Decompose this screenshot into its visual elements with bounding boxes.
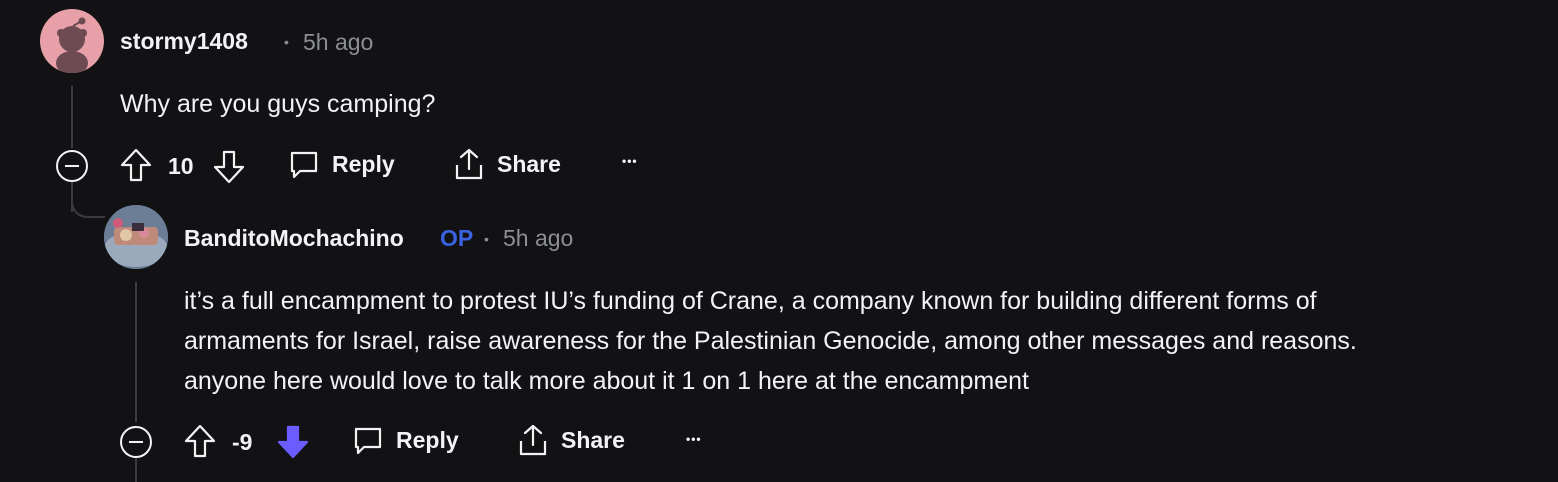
share-button[interactable]: Share bbox=[453, 147, 561, 181]
comment-body: Why are you guys camping? bbox=[120, 90, 436, 118]
more-options-button[interactable]: ••• bbox=[622, 154, 638, 168]
vote-score: -9 bbox=[232, 429, 253, 455]
comment-username[interactable]: BanditoMochachino bbox=[184, 225, 404, 252]
meta-separator: • bbox=[284, 34, 289, 50]
collapse-minus-icon bbox=[120, 426, 152, 458]
avatar[interactable] bbox=[40, 9, 104, 73]
share-label: Share bbox=[561, 426, 625, 453]
vote-score: 10 bbox=[168, 153, 194, 179]
comment-timestamp[interactable]: 5h ago bbox=[503, 225, 573, 252]
share-label: Share bbox=[497, 150, 561, 177]
upvote-button[interactable] bbox=[184, 424, 216, 463]
share-icon bbox=[455, 148, 483, 180]
collapse-thread-button[interactable] bbox=[119, 425, 153, 464]
downvote-button[interactable] bbox=[213, 150, 245, 189]
collapse-minus-icon bbox=[56, 150, 88, 182]
thread-branch-curve bbox=[71, 190, 105, 218]
comment-body-line-2: armaments for Israel, raise awareness fo… bbox=[184, 327, 1357, 355]
meta-separator: • bbox=[484, 231, 489, 247]
upvote-button[interactable] bbox=[120, 148, 152, 187]
share-button[interactable]: Share bbox=[517, 423, 625, 457]
thread-line-comment-2 bbox=[135, 282, 137, 422]
comment-body-line-3: anyone here would love to talk more abou… bbox=[184, 367, 1029, 395]
comment-bubble-icon bbox=[290, 151, 318, 179]
user-photo-avatar-icon bbox=[104, 205, 168, 269]
op-badge: OP bbox=[440, 225, 474, 251]
snoo-avatar-icon bbox=[56, 17, 88, 73]
upvote-arrow-icon bbox=[184, 424, 216, 458]
share-icon bbox=[519, 424, 547, 456]
comment-body-line-1: it’s a full encampment to protest IU’s f… bbox=[184, 287, 1317, 315]
more-options-button[interactable]: ••• bbox=[686, 432, 702, 446]
comment-bubble-icon bbox=[354, 427, 382, 455]
reply-label: Reply bbox=[332, 150, 395, 177]
thread-line-comment-1 bbox=[71, 86, 73, 148]
avatar[interactable] bbox=[104, 205, 168, 269]
downvote-arrow-filled-icon bbox=[277, 425, 309, 459]
reply-label: Reply bbox=[396, 426, 459, 453]
comment-timestamp[interactable]: 5h ago bbox=[303, 29, 373, 56]
upvote-arrow-icon bbox=[120, 148, 152, 182]
downvote-arrow-icon bbox=[213, 150, 245, 184]
comment-username[interactable]: stormy1408 bbox=[120, 28, 248, 55]
reply-button[interactable]: Reply bbox=[288, 148, 395, 180]
collapse-thread-button[interactable] bbox=[55, 149, 89, 188]
reply-button[interactable]: Reply bbox=[352, 424, 459, 456]
downvote-button-active[interactable] bbox=[277, 425, 309, 464]
